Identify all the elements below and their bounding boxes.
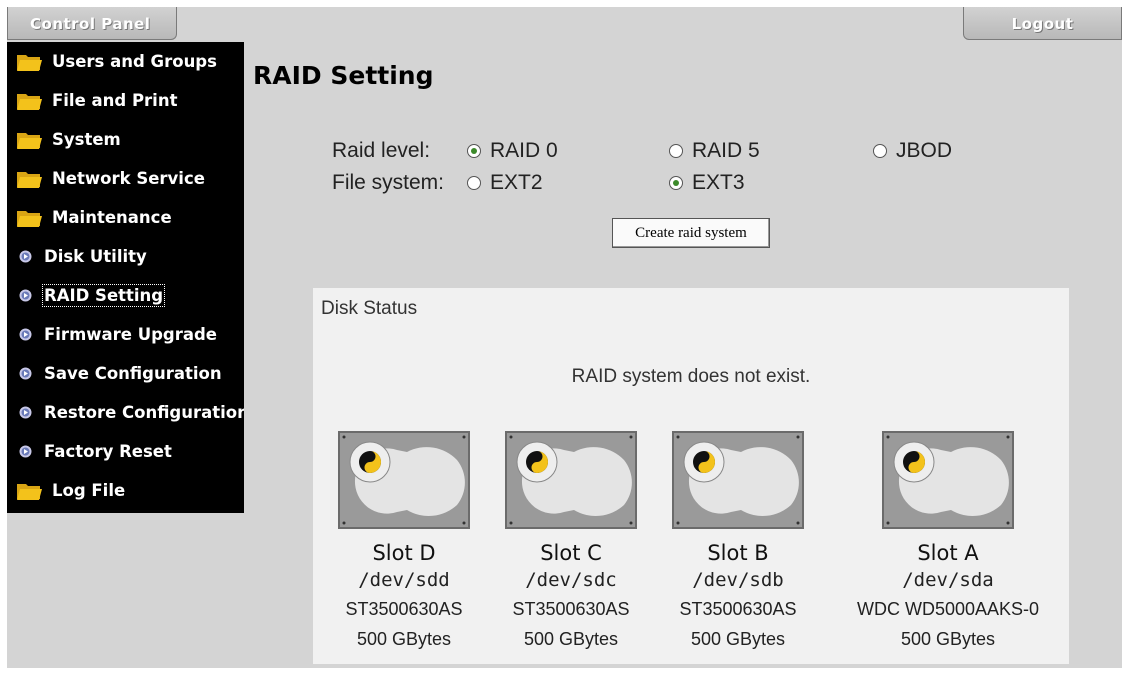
raid-status-message: RAID system does not exist. — [571, 366, 811, 387]
sidebar-item-label: Log File — [52, 481, 126, 500]
radio-raid0[interactable]: RAID 0 — [467, 139, 558, 163]
radio-raid5[interactable]: RAID 5 — [669, 139, 760, 163]
radio-raid0-label: RAID 0 — [490, 139, 558, 162]
file-system-label: File system: — [332, 171, 445, 194]
slot-device: /dev/sdb — [692, 569, 784, 591]
sidebar-item-network-service[interactable]: Network Service — [7, 159, 244, 198]
sidebar-item-label: Maintenance — [52, 208, 172, 227]
disk-status-title: Disk Status — [321, 298, 418, 319]
sidebar-item-save-configuration[interactable]: Save Configuration — [7, 354, 244, 393]
slot-name: Slot B — [707, 541, 769, 565]
hard-disk-icon — [882, 431, 1014, 529]
sidebar-item-label: Users and Groups — [52, 52, 217, 71]
circle-arrow-icon — [19, 328, 32, 341]
sidebar-item-users-and-groups[interactable]: Users and Groups — [7, 42, 244, 81]
app-frame: Control Panel Logout Users and Groups Fi… — [7, 7, 1122, 668]
disk-slot-b: Slot B /dev/sdb ST3500630AS 500 GBytes — [638, 430, 838, 654]
slot-model: WDC WD5000AAKS-0 — [856, 599, 1040, 619]
sidebar-item-restore-configuration[interactable]: Restore Configuration — [7, 393, 244, 432]
sidebar-item-label: System — [52, 130, 121, 149]
sidebar-item-label: Firmware Upgrade — [44, 325, 218, 344]
hard-disk-icon — [505, 431, 637, 529]
folder-icon — [17, 54, 42, 71]
radio-button[interactable] — [467, 176, 481, 190]
radio-jbod[interactable]: JBOD — [873, 139, 952, 163]
sidebar-item-file-and-print[interactable]: File and Print — [7, 81, 244, 120]
sidebar-item-label: File and Print — [52, 91, 178, 110]
folder-icon — [17, 483, 42, 500]
sidebar-item-disk-utility[interactable]: Disk Utility — [7, 237, 244, 276]
circle-arrow-icon — [19, 289, 32, 302]
folder-icon — [17, 171, 42, 188]
sidebar-item-label: RAID Setting — [41, 284, 166, 307]
radio-ext3-label: EXT3 — [692, 171, 745, 194]
sidebar-item-maintenance[interactable]: Maintenance — [7, 198, 244, 237]
sidebar-item-label: Save Configuration — [44, 364, 222, 383]
radio-button[interactable] — [873, 144, 887, 158]
page-title: RAID Setting — [253, 61, 434, 90]
sidebar-item-label: Disk Utility — [44, 247, 147, 266]
sidebar-item-label: Network Service — [52, 169, 205, 188]
radio-button-checked[interactable] — [669, 176, 683, 190]
slot-size: 500 GBytes — [900, 629, 996, 649]
sidebar-item-raid-setting[interactable]: RAID Setting — [7, 276, 244, 315]
sidebar-item-factory-reset[interactable]: Factory Reset — [7, 432, 244, 471]
hard-disk-icon — [338, 431, 470, 529]
radio-ext3[interactable]: EXT3 — [669, 171, 745, 195]
radio-ext2[interactable]: EXT2 — [467, 171, 543, 195]
sidebar-item-system[interactable]: System — [7, 120, 244, 159]
slot-name: Slot A — [917, 541, 979, 565]
raid-level-label: Raid level: — [332, 139, 431, 162]
create-raid-system-button[interactable]: Create raid system — [612, 218, 770, 248]
folder-icon — [17, 93, 42, 110]
radio-jbod-label: JBOD — [896, 139, 953, 162]
sidebar-item-label: Restore Configuration — [44, 403, 244, 422]
radio-ext2-label: EXT2 — [490, 171, 543, 194]
radio-button-checked[interactable] — [467, 144, 481, 158]
logout-button[interactable]: Logout — [963, 7, 1122, 40]
disk-slot-a: Slot A /dev/sda WDC WD5000AAKS-0 500 GBy… — [848, 430, 1048, 654]
control-panel-tab[interactable]: Control Panel — [7, 7, 177, 40]
radio-raid5-label: RAID 5 — [692, 139, 760, 162]
sidebar-item-log-file[interactable]: Log File — [7, 471, 244, 510]
disk-status-panel: Disk Status RAID system does not exist. … — [313, 288, 1069, 664]
sidebar-item-label: Factory Reset — [44, 442, 172, 461]
folder-icon — [17, 210, 42, 227]
sidebar-item-firmware-upgrade[interactable]: Firmware Upgrade — [7, 315, 244, 354]
slot-device: /dev/sda — [902, 569, 994, 591]
slot-size: 500 GBytes — [690, 629, 786, 649]
radio-button[interactable] — [669, 144, 683, 158]
hard-disk-icon — [672, 431, 804, 529]
slot-model: ST3500630AS — [679, 599, 797, 619]
circle-arrow-icon — [19, 367, 32, 380]
circle-arrow-icon — [19, 406, 32, 419]
circle-arrow-icon — [19, 250, 32, 263]
sidebar-menu: Users and Groups File and Print System N… — [7, 42, 244, 513]
circle-arrow-icon — [19, 445, 32, 458]
folder-icon — [17, 132, 42, 149]
